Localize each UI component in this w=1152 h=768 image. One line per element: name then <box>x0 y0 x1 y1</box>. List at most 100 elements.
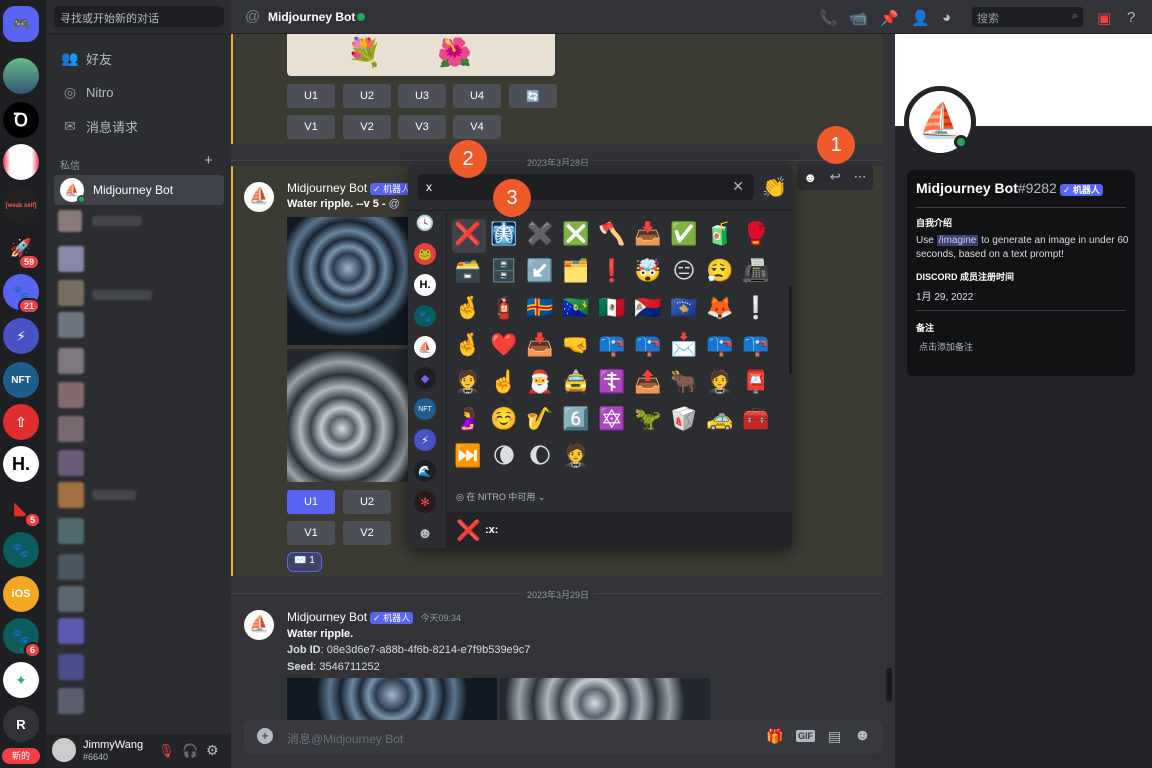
variation-button[interactable]: V4 <box>453 115 501 139</box>
emoji-item[interactable]: 🌔 <box>524 440 556 472</box>
nitro-section-header[interactable]: ◎ 在 NITRO 中可用 ⌄ <box>456 490 545 503</box>
variation-button[interactable]: V2 <box>343 521 391 545</box>
server-icon[interactable] <box>3 144 39 180</box>
server-icon[interactable]: ✦ <box>3 662 39 698</box>
new-badge[interactable]: 新的 <box>2 748 40 764</box>
emoji-item[interactable]: 🤵 <box>452 366 484 398</box>
emoji-item[interactable]: 🤵 <box>560 440 592 472</box>
nav-nitro[interactable]: ◎ Nitro <box>54 77 224 107</box>
generated-image[interactable] <box>287 349 409 482</box>
server-icon[interactable]: ⇧ <box>3 404 39 440</box>
emoji-item[interactable]: ✖️ <box>524 218 556 250</box>
variation-button[interactable]: V2 <box>343 115 391 139</box>
emoji-item[interactable]: ❎ <box>560 218 592 250</box>
message-author[interactable]: Midjourney Bot ✓ 机器人 今天09:34 <box>287 610 461 624</box>
dm-item-midjourney[interactable]: ⛵ Midjourney Bot <box>54 175 224 205</box>
server-icon[interactable]: ⚡ <box>3 318 39 354</box>
help-icon[interactable]: ? <box>1127 9 1135 26</box>
emoji-item[interactable]: ✅ <box>668 218 700 250</box>
upscale-button[interactable]: U2 <box>343 490 391 514</box>
emoji-item[interactable]: 🤞 <box>452 292 484 324</box>
emoji-item[interactable]: 🚖 <box>560 366 592 398</box>
avatar[interactable]: ⛵ <box>244 182 274 212</box>
emoji-item[interactable]: 🤰 <box>452 403 484 435</box>
server-icon[interactable]: Ꝺ <box>3 102 39 138</box>
upscale-button[interactable]: U1 <box>287 84 335 108</box>
emoji-item[interactable]: ❗ <box>596 255 628 287</box>
pin-icon[interactable]: 📌 <box>880 9 899 27</box>
attach-icon[interactable]: + <box>257 728 273 744</box>
spider-icon[interactable]: ✻ <box>414 491 436 513</box>
server-emoji-icon[interactable]: 🐸 <box>414 243 436 265</box>
deafen-icon[interactable]: 🎧 <box>182 743 198 759</box>
emoji-item[interactable]: 🌘 <box>488 440 520 472</box>
emoji-item[interactable]: 📠 <box>740 255 772 287</box>
emoji-item[interactable]: 🦖 <box>632 403 664 435</box>
mention[interactable]: @ <box>389 198 400 210</box>
server-icon[interactable]: [weak self] <box>3 188 39 224</box>
emoji-item[interactable]: 🩻 <box>488 218 520 250</box>
profile-icon[interactable]: ◕ <box>942 9 951 26</box>
sticker-icon[interactable]: ▤ <box>828 728 841 745</box>
emoji-item[interactable]: 🇽🇰 <box>668 292 700 324</box>
emoji-icon[interactable]: ☻ <box>854 727 871 745</box>
crystal-icon[interactable]: ◆ <box>414 367 436 389</box>
boat-icon[interactable]: ⛵ <box>414 336 436 358</box>
variation-button[interactable]: V3 <box>398 115 446 139</box>
emoji-item[interactable]: 🪓 <box>596 218 628 250</box>
upscale-button[interactable]: U3 <box>398 84 446 108</box>
generated-image[interactable] <box>287 678 497 720</box>
server-icon[interactable]: R <box>3 706 39 742</box>
emoji-item[interactable]: ☺️ <box>488 403 520 435</box>
nav-message-requests[interactable]: ✉ 消息请求 <box>54 111 224 141</box>
upscale-button-selected[interactable]: U1 <box>287 490 335 514</box>
variation-button[interactable]: V1 <box>287 115 335 139</box>
emoji-item[interactable]: 📪 <box>632 329 664 361</box>
emoji-item[interactable]: 📪 <box>596 329 628 361</box>
emoji-item[interactable]: 🔯 <box>596 403 628 435</box>
emoji-item[interactable]: 🧯 <box>488 292 520 324</box>
emoji-item[interactable]: 🚕 <box>704 403 736 435</box>
emoji-item[interactable]: 🤜 <box>560 329 592 361</box>
bolt-icon[interactable]: ⚡ <box>414 429 436 451</box>
message-author[interactable]: Midjourney Bot ✓ 机器人 <box>287 181 414 195</box>
inbox-icon[interactable]: ▣ <box>1097 9 1111 27</box>
call-icon[interactable]: 📞 <box>819 9 838 27</box>
emoji-item[interactable]: 6️⃣ <box>560 403 592 435</box>
emoji-item[interactable]: ↙️ <box>524 255 556 287</box>
note-input[interactable]: 点击添加备注 <box>919 340 973 353</box>
add-dm-button[interactable]: + <box>204 152 213 169</box>
emoji-item[interactable]: ⏭️ <box>452 440 484 472</box>
paw-icon[interactable]: 🐾 <box>414 305 436 327</box>
smile-icon[interactable]: ☻ <box>414 522 436 544</box>
message-input[interactable]: 消息@Midjourney Bot <box>287 730 403 747</box>
variation-button[interactable]: V1 <box>287 521 335 545</box>
emoji-item[interactable]: 🤯 <box>632 255 664 287</box>
emoji-item[interactable]: 🦊 <box>704 292 736 324</box>
find-conversation-button[interactable]: 寻找或开始新的对话 <box>54 6 224 27</box>
emoji-item[interactable]: 🎅 <box>524 366 556 398</box>
emoji-item[interactable]: 🤞 <box>452 329 484 361</box>
gif-button[interactable]: GIF <box>796 730 815 742</box>
emoji-item[interactable]: 📩 <box>668 329 700 361</box>
emoji-item[interactable]: 🇸🇽 <box>632 292 664 324</box>
emoji-item[interactable]: ☦️ <box>596 366 628 398</box>
emoji-item[interactable]: 😮‍💨 <box>704 255 736 287</box>
emoji-item[interactable]: 📮 <box>740 366 772 398</box>
avatar[interactable] <box>52 738 76 762</box>
add-friend-icon[interactable]: 👤 <box>911 9 930 27</box>
emoji-item[interactable]: 📤 <box>632 366 664 398</box>
reaction-chip[interactable]: ✉️ 1 <box>287 552 322 572</box>
emoji-item[interactable]: 🗄️ <box>488 255 520 287</box>
emoji-item[interactable]: 🎷 <box>524 403 556 435</box>
nft-icon[interactable]: NFT <box>414 398 436 420</box>
reply-icon[interactable]: ↩ <box>830 169 841 185</box>
command-chip[interactable]: /imagine <box>936 235 979 246</box>
generated-image[interactable] <box>500 678 710 720</box>
scrollbar[interactable] <box>789 286 792 374</box>
emoji-item[interactable]: 🇨🇽 <box>560 292 592 324</box>
nav-friends[interactable]: 👥 好友 <box>54 43 224 73</box>
add-reaction-icon[interactable]: ☻ <box>803 170 817 185</box>
server-icon[interactable]: iOS <box>3 576 39 612</box>
server-icon[interactable]: H. <box>3 446 39 482</box>
